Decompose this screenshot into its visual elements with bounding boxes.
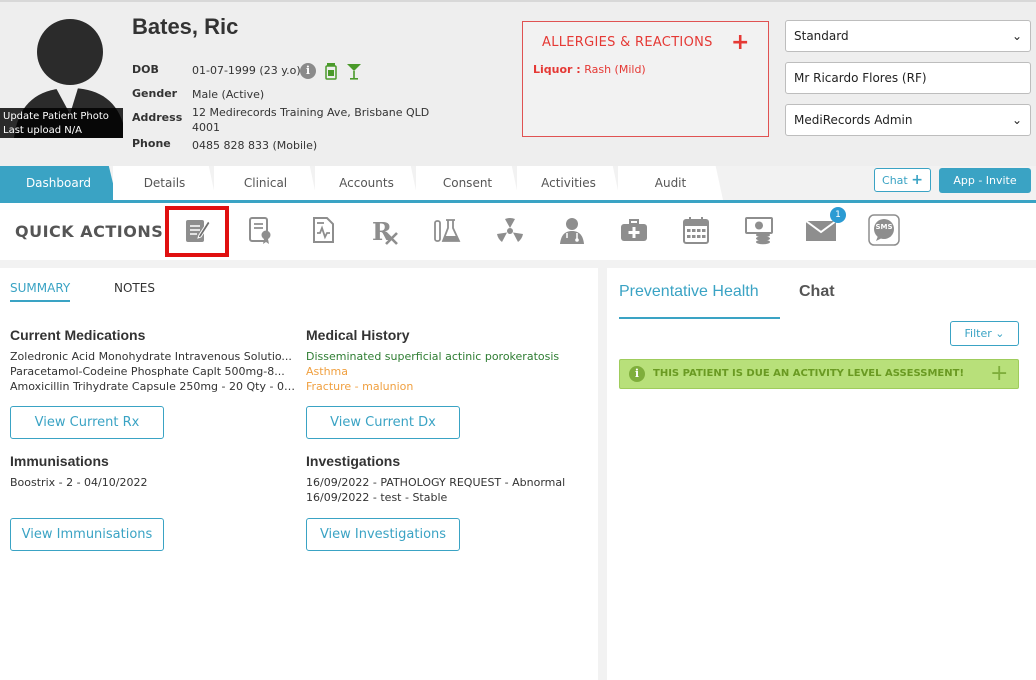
chevron-down-icon: ⌄ [1011, 113, 1022, 127]
alcohol-status-icon[interactable] [346, 62, 362, 80]
add-allergy-icon[interactable]: + [731, 30, 749, 55]
update-photo-link[interactable]: Update Patient Photo [3, 110, 120, 124]
tab-audit[interactable]: Audit [618, 166, 723, 200]
photo-caption[interactable]: Update Patient Photo Last upload N/A [0, 108, 123, 138]
fee-type-select[interactable]: Standard ⌄ [785, 20, 1031, 52]
filter-button[interactable]: Filter ⌄ [950, 321, 1019, 346]
user-select[interactable]: MediRecords Admin ⌄ [785, 104, 1031, 136]
chat-button-label: Chat [882, 174, 908, 187]
chevron-down-icon: ⌄ [1011, 29, 1022, 43]
chat-button[interactable]: Chat + [874, 168, 931, 192]
filter-label: Filter [964, 327, 992, 340]
tab-activities[interactable]: Activities [517, 166, 620, 200]
address-line-1: 12 Medirecords Training Ave, Brisbane QL… [192, 106, 430, 119]
allergy-reaction: Rash (Mild) [584, 63, 646, 76]
user-value: MediRecords Admin [794, 113, 913, 127]
list-item[interactable]: Amoxicillin Trihydrate Capsule 250mg - 2… [10, 379, 295, 394]
allergies-title: ALLERGIES & REACTIONS [542, 35, 713, 50]
patient-name: Bates, Ric [132, 14, 239, 39]
referral-doctor-icon[interactable] [555, 213, 589, 247]
mail-icon[interactable]: 1 [804, 207, 846, 247]
investigations-title: Investigations [306, 453, 401, 469]
tab-clinical[interactable]: Clinical [214, 166, 317, 200]
list-item[interactable]: 16/09/2022 - PATHOLOGY REQUEST - Abnorma… [306, 475, 591, 490]
tab-dashboard[interactable]: Dashboard [0, 166, 117, 200]
list-item[interactable]: 16/09/2022 - test - Stable [306, 490, 591, 505]
address-label: Address [132, 111, 183, 124]
add-icon[interactable]: + [990, 361, 1008, 386]
phone-label: Phone [132, 137, 171, 150]
sms-icon[interactable]: SMS [867, 213, 901, 247]
gender-value: Male (Active) [192, 88, 265, 101]
view-investigations-button[interactable]: View Investigations [306, 518, 460, 551]
plus-icon: + [911, 172, 923, 188]
address-value: 12 Medirecords Training Ave, Brisbane QL… [192, 105, 429, 135]
medical-history-list: Disseminated superficial actinic poroker… [306, 349, 591, 394]
last-upload-text: Last upload N/A [3, 125, 82, 136]
allergy-substance: Liquor : [533, 63, 581, 76]
sms-label: SMS [875, 223, 893, 231]
list-item[interactable]: Fracture - malunion [306, 379, 591, 394]
practitioner-value: Mr Ricardo Flores (RF) [794, 71, 927, 85]
activity-alert: i THIS PATIENT IS DUE AN ACTIVITY LEVEL … [619, 359, 1019, 389]
chevron-down-icon: ⌄ [995, 327, 1005, 340]
quick-actions-title: QUICK ACTIONS [15, 222, 164, 241]
alert-text: THIS PATIENT IS DUE AN ACTIVITY LEVEL AS… [653, 368, 965, 379]
list-item[interactable]: Asthma [306, 364, 591, 379]
app-invite-button[interactable]: App - Invite [939, 168, 1031, 193]
dob-value: 01-07-1999 (23 y.o) [192, 64, 301, 77]
gender-label: Gender [132, 87, 178, 100]
list-item[interactable]: Paracetamol-Codeine Phosphate Caplt 500m… [10, 364, 295, 379]
list-item[interactable]: Zoledronic Acid Monohydrate Intravenous … [10, 349, 295, 364]
billing-icon[interactable] [742, 213, 776, 247]
info-icon[interactable]: i [300, 63, 316, 79]
fee-type-value: Standard [794, 29, 849, 43]
view-immunisations-button[interactable]: View Immunisations [10, 518, 164, 551]
tab-notes[interactable]: NOTES [114, 281, 155, 295]
view-current-dx-button[interactable]: View Current Dx [306, 406, 460, 439]
immunisations-title: Immunisations [10, 453, 109, 469]
dob-label: DOB [132, 63, 159, 76]
highlight-box [165, 206, 229, 257]
practitioner-field[interactable]: Mr Ricardo Flores (RF) [785, 62, 1031, 94]
tab-chat[interactable]: Chat [799, 283, 835, 301]
summary-panel: SUMMARY NOTES Current Medications Zoledr… [0, 268, 598, 680]
allergy-item[interactable]: Liquor : Rash (Mild) [533, 63, 646, 76]
info-icon: i [629, 366, 645, 382]
medical-history-title: Medical History [306, 327, 410, 343]
pathology-icon[interactable] [430, 213, 464, 247]
calendar-icon[interactable] [679, 213, 713, 247]
quick-actions-bar: QUICK ACTIONS R 1 SMS [0, 203, 1036, 260]
view-current-rx-button[interactable]: View Current Rx [10, 406, 164, 439]
certificate-icon[interactable] [243, 213, 277, 247]
tab-details[interactable]: Details [113, 166, 216, 200]
preventative-panel: Preventative Health Chat Filter ⌄ i THIS… [607, 268, 1036, 680]
medications-list: Zoledronic Acid Monohydrate Intravenous … [10, 349, 295, 394]
mail-badge: 1 [830, 207, 846, 223]
phone-value: 0485 828 833 (Mobile) [192, 139, 318, 152]
tab-preventative-health[interactable]: Preventative Health [619, 283, 759, 301]
medical-kit-icon[interactable] [617, 213, 651, 247]
medications-title: Current Medications [10, 327, 146, 343]
health-summary-icon[interactable] [306, 213, 340, 247]
address-line-2: 4001 [192, 121, 220, 134]
patient-photo[interactable]: Update Patient Photo Last upload N/A [0, 4, 123, 138]
tab-summary[interactable]: SUMMARY [10, 281, 71, 302]
list-item[interactable]: Disseminated superficial actinic poroker… [306, 349, 591, 364]
tab-accounts[interactable]: Accounts [315, 166, 418, 200]
immunisations-list: Boostrix - 2 - 04/10/2022 [10, 475, 295, 490]
investigations-list: 16/09/2022 - PATHOLOGY REQUEST - Abnorma… [306, 475, 591, 505]
smoking-status-icon[interactable] [324, 62, 338, 80]
tab-consent[interactable]: Consent [416, 166, 519, 200]
list-item[interactable]: Boostrix - 2 - 04/10/2022 [10, 475, 295, 490]
radiology-icon[interactable] [493, 213, 527, 247]
tab-underline [619, 317, 780, 319]
patient-header: Update Patient Photo Last upload N/A Bat… [0, 0, 1036, 166]
allergies-panel: ALLERGIES & REACTIONS + Liquor : Rash (M… [522, 21, 769, 137]
prescription-icon[interactable]: R [368, 213, 402, 247]
